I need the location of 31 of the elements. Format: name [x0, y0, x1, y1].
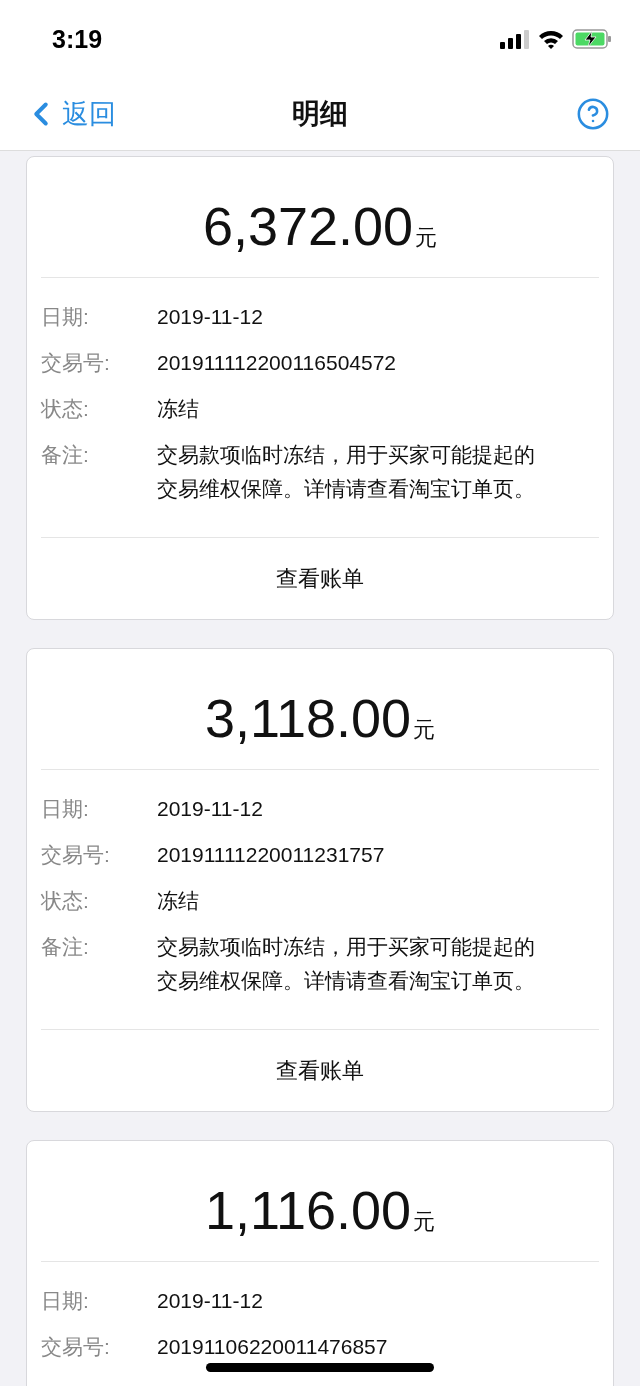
currency-unit: 元 — [413, 1208, 436, 1236]
field-label: 交易号: — [41, 842, 111, 868]
field-label: 日期: — [41, 796, 90, 822]
status-time: 3:19 — [52, 24, 103, 54]
amount: 6,372.00 — [202, 195, 414, 257]
field-label: 备注: — [41, 934, 90, 960]
field-value: 20191106220011476857 — [157, 1334, 389, 1360]
field-label: 备注: — [41, 442, 90, 468]
field-value: 交易款项临时冻结，用于买家可能提起的交易维权保障。详情请查看淘宝订单页。 — [157, 442, 536, 502]
field-value: 2019-11-12 — [157, 796, 264, 822]
view-bill-button[interactable]: 查看账单 — [41, 1029, 599, 1111]
field-label: 日期: — [41, 1288, 90, 1314]
field-value: 交易款项临时冻结，用于买家可能提起的交易维权保障。详情请查看淘宝订单页。 — [157, 934, 536, 994]
field-value: 20191111220011231757 — [157, 842, 386, 868]
view-bill-button[interactable]: 查看账单 — [41, 537, 599, 619]
field-label: 状态: — [41, 396, 90, 422]
field-label: 状态: — [41, 888, 90, 914]
field-label: 交易号: — [41, 1334, 111, 1360]
amount: 3,118.00 — [204, 687, 412, 749]
field-value: 冻结 — [157, 396, 200, 422]
field-value: 2019-11-12 — [157, 1288, 264, 1314]
back-button[interactable]: 返回 — [22, 95, 116, 133]
field-label: 日期: — [41, 304, 90, 330]
currency-unit: 元 — [415, 224, 438, 252]
field-value: 冻结 — [157, 888, 200, 914]
amount: 1,116.00 — [204, 1179, 412, 1241]
field-value: 2019-11-12 — [157, 304, 264, 330]
field-label: 交易号: — [41, 350, 111, 376]
currency-unit: 元 — [413, 716, 436, 744]
field-value: 201911112200116504572 — [157, 350, 398, 376]
page-title: 明细 — [292, 97, 348, 131]
